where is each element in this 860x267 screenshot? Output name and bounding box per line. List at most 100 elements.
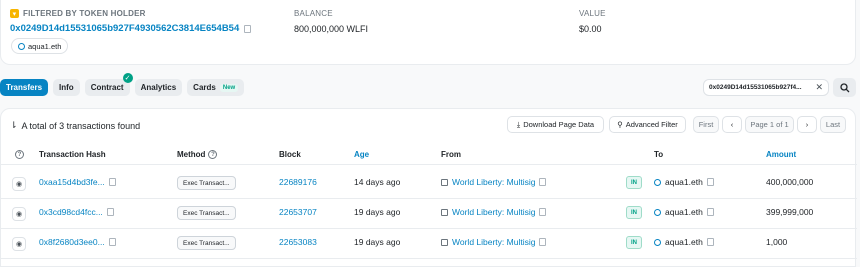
- tx-hash-link[interactable]: 0x8f2680d3ee0...: [39, 237, 105, 247]
- contract-icon: [441, 238, 448, 246]
- tx-hash-link[interactable]: 0xaa15d4bd3fe...: [39, 177, 105, 187]
- header-amount[interactable]: Amount: [766, 150, 796, 159]
- sort-icon: ⇂: [10, 120, 18, 130]
- ens-chip[interactable]: aqua1.eth: [11, 38, 69, 54]
- from-link[interactable]: World Liberty: Multisig: [452, 177, 535, 187]
- tab-label: Cards: [193, 83, 216, 92]
- prev-page-button[interactable]: ‹: [722, 116, 742, 133]
- copy-icon[interactable]: [706, 208, 714, 216]
- download-page-data-button[interactable]: ⤓ Download Page Data: [507, 116, 604, 133]
- eye-icon[interactable]: ◉: [12, 177, 26, 191]
- balance-section: BALANCE 800,000,000 WLFI: [294, 9, 368, 34]
- balance-label: BALANCE: [294, 9, 333, 18]
- value-label: VALUE: [579, 9, 606, 18]
- ens-icon: [654, 208, 661, 216]
- filter-label-row: ▾ FILTERED BY TOKEN HOLDER: [10, 9, 251, 18]
- new-badge: New: [219, 83, 239, 92]
- copy-icon[interactable]: [539, 238, 547, 246]
- contract-icon: [441, 208, 448, 216]
- search-icon: [839, 82, 849, 92]
- header-age[interactable]: Age: [354, 150, 369, 159]
- block-link[interactable]: 22653707: [279, 207, 317, 217]
- balance-value: 800,000,000 WLFI: [294, 24, 369, 34]
- header-from: From: [441, 150, 461, 159]
- tab-bar: Transfers Info Contract ✓ Analytics Card…: [0, 73, 245, 96]
- method-badge: Exec Transact...: [177, 236, 236, 250]
- advanced-filter-label: Advanced Filter: [625, 120, 678, 129]
- eye-icon[interactable]: ◉: [12, 207, 26, 221]
- holder-address-row: 0x0249D14d15531065b927F4930562C3814E654B…: [10, 23, 252, 34]
- copy-icon[interactable]: [706, 238, 714, 246]
- to-link[interactable]: aqua1.eth: [665, 237, 703, 247]
- next-page-button[interactable]: ›: [797, 116, 817, 133]
- tab-label: Contract: [90, 83, 124, 92]
- method-info-icon[interactable]: ?: [208, 150, 218, 159]
- value-value: $0.00: [579, 24, 602, 34]
- eye-icon[interactable]: ◉: [12, 237, 26, 251]
- age-text: 19 days ago: [354, 207, 401, 217]
- copy-icon[interactable]: [108, 238, 116, 246]
- tab-cards[interactable]: Cards New: [187, 79, 245, 96]
- last-label: Last: [825, 120, 841, 129]
- token-holder-overview-card: ▾ FILTERED BY TOKEN HOLDER 0x0249D14d155…: [0, 0, 856, 65]
- table-row: ◉ 0x8f2680d3ee0... Exec Transact... 2265…: [1, 229, 857, 259]
- transfers-panel: ⇂ A total of 3 transactions found ⤓ Down…: [0, 108, 857, 267]
- summary-text: A total of 3 transactions found: [21, 120, 141, 131]
- page-indicator: Page 1 of 1: [745, 116, 794, 133]
- download-label: Download Page Data: [523, 120, 595, 129]
- copy-icon[interactable]: [106, 208, 114, 216]
- block-link[interactable]: 22689176: [279, 177, 317, 187]
- help-icon[interactable]: ?: [15, 150, 24, 159]
- ens-chip-label: aqua1.eth: [28, 41, 62, 51]
- filter-section: ▾ FILTERED BY TOKEN HOLDER 0x0249D14d155…: [10, 9, 252, 34]
- filter-icon: ▾: [10, 9, 19, 18]
- copy-icon[interactable]: [539, 208, 547, 216]
- value-section: VALUE $0.00: [579, 9, 606, 34]
- header-hash: Transaction Hash: [39, 150, 106, 159]
- to-link[interactable]: aqua1.eth: [665, 207, 703, 217]
- download-icon: ⤓: [516, 119, 521, 129]
- verified-check-icon: ✓: [122, 73, 133, 83]
- ens-icon: [18, 42, 25, 50]
- page-label: Page 1 of 1: [750, 120, 789, 129]
- transactions-summary: ⇂ A total of 3 transactions found: [10, 120, 140, 131]
- table-header: ? Transaction Hash Method ? Block Age Fr…: [1, 145, 857, 165]
- block-link[interactable]: 22653083: [279, 237, 317, 247]
- to-link[interactable]: aqua1.eth: [665, 177, 703, 187]
- header-method: Method ?: [177, 150, 218, 159]
- tx-hash-link[interactable]: 0x3cd98cd4fcc...: [39, 207, 103, 217]
- from-link[interactable]: World Liberty: Multisig: [452, 237, 535, 247]
- tab-info[interactable]: Info: [53, 79, 80, 96]
- contract-icon: [441, 178, 448, 186]
- tab-label: Info: [59, 83, 74, 92]
- filter-label: FILTERED BY TOKEN HOLDER: [23, 9, 146, 18]
- first-page-button[interactable]: First: [693, 116, 719, 133]
- advanced-filter-button[interactable]: ⚲ Advanced Filter: [609, 116, 686, 133]
- copy-icon[interactable]: [108, 178, 116, 186]
- tab-analytics[interactable]: Analytics: [134, 79, 183, 96]
- tab-label: Transfers: [6, 83, 43, 92]
- address-filter-chip[interactable]: 0x0249D14d15531065b927f4... ✕: [703, 79, 829, 96]
- holder-address-link[interactable]: 0x0249D14d15531065b927F4930562C3814E654B…: [10, 23, 239, 34]
- clear-filter-icon[interactable]: ✕: [815, 82, 823, 93]
- header-to: To: [654, 150, 664, 159]
- tab-label: Analytics: [140, 83, 177, 92]
- copy-icon[interactable]: [244, 24, 252, 33]
- address-filter-value: 0x0249D14d15531065b927f4...: [709, 84, 802, 91]
- tab-contract[interactable]: Contract ✓: [84, 73, 133, 96]
- ens-icon: [654, 178, 661, 186]
- search-button[interactable]: [833, 78, 856, 97]
- filter-funnel-icon: ⚲: [617, 120, 623, 129]
- header-method-label: Method: [177, 150, 206, 159]
- from-link[interactable]: World Liberty: Multisig: [452, 207, 535, 217]
- direction-in-badge: IN: [626, 206, 642, 219]
- copy-icon[interactable]: [539, 178, 547, 186]
- tab-transfers[interactable]: Transfers: [0, 79, 49, 96]
- copy-icon[interactable]: [706, 178, 714, 186]
- last-page-button[interactable]: Last: [820, 116, 846, 133]
- chevron-left-icon: ‹: [730, 120, 734, 129]
- method-badge: Exec Transact...: [177, 206, 236, 220]
- amount-value: 399,999,000: [766, 207, 814, 217]
- header-block: Block: [279, 150, 301, 159]
- age-text: 14 days ago: [354, 177, 401, 187]
